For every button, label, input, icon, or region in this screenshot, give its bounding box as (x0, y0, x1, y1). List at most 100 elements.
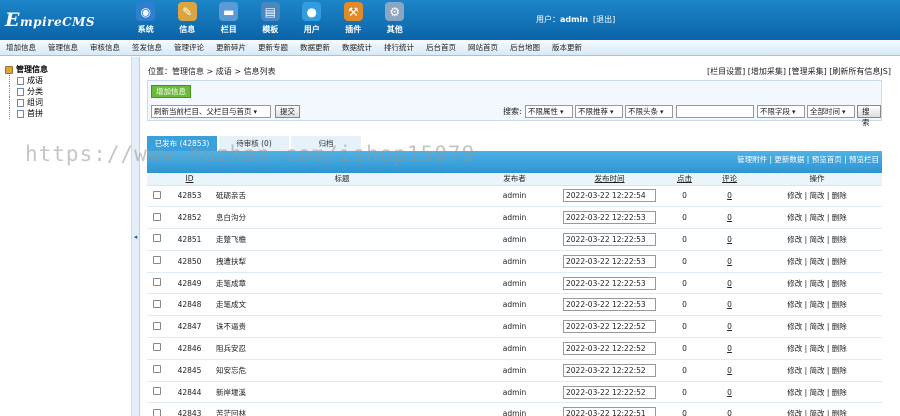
row-title[interactable]: 拽遭扶犁 (216, 257, 246, 266)
top-right-links[interactable]: [栏目设置] [增加采集] [管理采集] [刷新所有信息JS] (707, 66, 891, 77)
tree-item[interactable]: 组词 (5, 97, 131, 108)
row-ops[interactable]: 修改 | 简改 | 删除 (787, 213, 847, 222)
row-time-field[interactable]: 2022-03-22 12:22:52 (563, 363, 656, 377)
row-comments[interactable]: 0 (727, 300, 732, 309)
row-checkbox[interactable] (153, 387, 161, 396)
sub-nav-item[interactable]: 数据更新 (294, 42, 336, 53)
row-title[interactable]: 砥砺亲舌 (216, 191, 246, 200)
tree-item[interactable]: 首拼 (5, 108, 131, 119)
field-select[interactable]: 不限字段 (757, 105, 805, 118)
tree-root[interactable]: 管理信息 (5, 64, 131, 75)
row-checkbox[interactable] (153, 408, 161, 416)
row-time-field[interactable]: 2022-03-22 12:22:52 (563, 385, 656, 399)
row-time-field[interactable]: 2022-03-22 12:22:52 (563, 341, 656, 355)
row-checkbox[interactable] (153, 234, 161, 243)
sub-nav-item[interactable]: 版本更新 (546, 42, 588, 53)
tree-item[interactable]: 成语 (5, 75, 131, 86)
tab-published[interactable]: 已发布 (42853) (147, 136, 217, 151)
sub-nav-item[interactable]: 数据统计 (336, 42, 378, 53)
search-button[interactable]: 搜索 (857, 105, 881, 127)
sub-nav-item[interactable]: 管理评论 (168, 42, 210, 53)
row-ops[interactable]: 修改 | 简改 | 删除 (787, 300, 847, 309)
refresh-select[interactable]: 刷新当前栏目、父栏目与首页 (151, 105, 271, 118)
row-checkbox[interactable] (153, 278, 161, 287)
row-time-field[interactable]: 2022-03-22 12:22:53 (563, 276, 656, 290)
row-time-field[interactable]: 2022-03-22 12:22:53 (563, 211, 656, 225)
row-checkbox[interactable] (153, 321, 161, 330)
row-comments[interactable]: 0 (727, 257, 732, 266)
row-time-field[interactable]: 2022-03-22 12:22:53 (563, 232, 656, 246)
row-title[interactable]: 走笔成文 (216, 300, 246, 309)
sub-nav-item[interactable]: 增加信息 (0, 42, 42, 53)
col-clicks[interactable]: 点击 (662, 173, 707, 186)
add-info-button[interactable]: 增加信息 (151, 85, 191, 98)
row-title[interactable]: 息白沟分 (216, 213, 246, 222)
headline-select[interactable]: 不限头条 (625, 105, 673, 118)
main-nav-tools[interactable]: ⚒ 插件 (333, 2, 375, 38)
sub-nav-item[interactable]: 排行统计 (378, 42, 420, 53)
sub-nav-item[interactable]: 网站首页 (462, 42, 504, 53)
row-checkbox[interactable] (153, 256, 161, 265)
recommend-select[interactable]: 不限推荐 (575, 105, 623, 118)
sub-nav-item[interactable]: 后台首页 (420, 42, 462, 53)
row-checkbox[interactable] (153, 190, 161, 199)
row-comments[interactable]: 0 (727, 213, 732, 222)
time-select[interactable]: 全部时间 (807, 105, 855, 118)
row-checkbox[interactable] (153, 299, 161, 308)
row-title[interactable]: 苦茫回林 (216, 409, 246, 416)
row-time-field[interactable]: 2022-03-22 12:22:51 (563, 407, 656, 416)
row-checkbox[interactable] (153, 365, 161, 374)
main-nav-gear[interactable]: ⚙ 其他 (374, 2, 416, 38)
row-ops[interactable]: 修改 | 简改 | 删除 (787, 257, 847, 266)
row-title[interactable]: 新岸堰溪 (216, 388, 246, 397)
sub-nav-item[interactable]: 签发信息 (126, 42, 168, 53)
submit-button[interactable]: 提交 (275, 105, 300, 118)
row-comments[interactable]: 0 (727, 322, 732, 331)
row-ops[interactable]: 修改 | 简改 | 删除 (787, 235, 847, 244)
logout-link[interactable]: [退出] (593, 15, 615, 24)
row-ops[interactable]: 修改 | 简改 | 删除 (787, 279, 847, 288)
collapse-arrow-icon[interactable]: ◂ (134, 233, 138, 241)
search-input[interactable] (676, 105, 754, 118)
row-title[interactable]: 走蹩飞檐 (216, 235, 246, 244)
tree-item[interactable]: 分类 (5, 86, 131, 97)
row-title[interactable]: 走笔成章 (216, 279, 246, 288)
col-id[interactable]: ID (167, 173, 212, 186)
col-time[interactable]: 发布时间 (557, 173, 662, 186)
row-ops[interactable]: 修改 | 简改 | 删除 (787, 366, 847, 375)
main-nav-template[interactable]: ▤ 模板 (250, 2, 292, 38)
sub-nav-item[interactable]: 审核信息 (84, 42, 126, 53)
row-ops[interactable]: 修改 | 简改 | 删除 (787, 388, 847, 397)
sub-nav-item[interactable]: 后台地图 (504, 42, 546, 53)
row-ops[interactable]: 修改 | 简改 | 删除 (787, 344, 847, 353)
row-title[interactable]: 诛不逼贵 (216, 322, 246, 331)
row-time-field[interactable]: 2022-03-22 12:22:54 (563, 189, 656, 203)
row-ops[interactable]: 修改 | 简改 | 删除 (787, 191, 847, 200)
row-comments[interactable]: 0 (727, 279, 732, 288)
panel-splitter[interactable]: ◂ (132, 57, 140, 416)
sub-nav-item[interactable]: 管理信息 (42, 42, 84, 53)
sub-nav-item[interactable]: 更新专题 (252, 42, 294, 53)
row-comments[interactable]: 0 (727, 344, 732, 353)
tab-pending[interactable]: 待审核 (0) (219, 136, 289, 151)
row-time-field[interactable]: 2022-03-22 12:22:52 (563, 320, 656, 334)
row-time-field[interactable]: 2022-03-22 12:22:53 (563, 298, 656, 312)
row-comments[interactable]: 0 (727, 388, 732, 397)
row-comments[interactable]: 0 (727, 409, 732, 416)
tab-archive[interactable]: 归档 (291, 136, 361, 151)
main-nav-folder[interactable]: ▬ 栏目 (208, 2, 250, 38)
main-nav-document-pen[interactable]: ✎ 信息 (167, 2, 209, 38)
col-comments[interactable]: 评论 (707, 173, 752, 186)
attr-select[interactable]: 不限属性 (525, 105, 573, 118)
row-title[interactable]: 阻兵安忍 (216, 344, 246, 353)
main-nav-user[interactable]: ● 用户 (291, 2, 333, 38)
row-ops[interactable]: 修改 | 简改 | 删除 (787, 409, 847, 416)
row-comments[interactable]: 0 (727, 366, 732, 375)
row-checkbox[interactable] (153, 212, 161, 221)
row-ops[interactable]: 修改 | 简改 | 删除 (787, 322, 847, 331)
main-nav-globe[interactable]: ◉ 系统 (125, 2, 167, 38)
row-title[interactable]: 知安忘危 (216, 366, 246, 375)
row-time-field[interactable]: 2022-03-22 12:22:53 (563, 254, 656, 268)
table-links[interactable]: 管理附件 | 更新数据 | 预览首页 | 预览栏目 (737, 154, 879, 165)
row-comments[interactable]: 0 (727, 235, 732, 244)
